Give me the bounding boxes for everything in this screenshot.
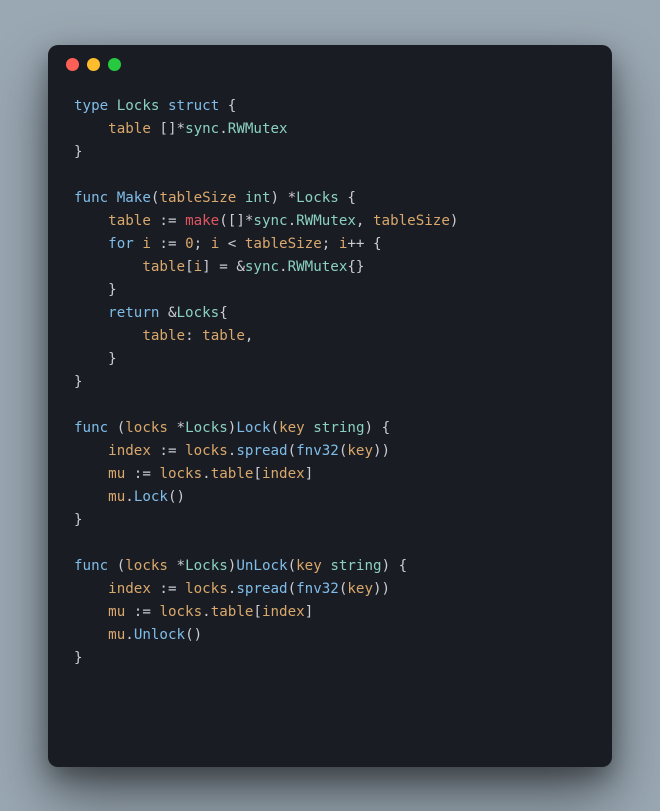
code-token: key — [279, 420, 305, 436]
code-token: index — [108, 581, 151, 597]
code-token: table — [108, 213, 151, 229]
code-token: tableSize — [245, 236, 322, 252]
code-token: index — [108, 443, 151, 459]
code-token: mu — [108, 604, 125, 620]
zoom-icon[interactable] — [108, 58, 121, 71]
code-token: i — [211, 236, 220, 252]
code-token: return — [108, 305, 159, 321]
code-token: make — [185, 213, 219, 229]
code-token: Locks — [177, 305, 220, 321]
code-token: string — [313, 420, 364, 436]
code-token: Lock — [134, 489, 168, 505]
code-token: func — [74, 558, 108, 574]
code-token: locks — [159, 604, 202, 620]
code-token: Locks — [117, 98, 160, 114]
code-token: Make — [117, 190, 151, 206]
code-token: mu — [108, 466, 125, 482]
code-token: RWMutex — [228, 121, 288, 137]
code-token: RWMutex — [288, 259, 348, 275]
code-token: tableSize — [159, 190, 236, 206]
code-token: i — [194, 259, 203, 275]
code-token: type — [74, 98, 108, 114]
code-token: spread — [236, 443, 287, 459]
code-token: string — [330, 558, 381, 574]
code-token: tableSize — [373, 213, 450, 229]
code-token: index — [262, 604, 305, 620]
code-token: for — [108, 236, 134, 252]
code-token: i — [142, 236, 151, 252]
close-icon[interactable] — [66, 58, 79, 71]
code-token: index — [262, 466, 305, 482]
code-token: Locks — [185, 558, 228, 574]
code-token: func — [74, 420, 108, 436]
code-token: i — [339, 236, 348, 252]
code-token: Lock — [236, 420, 270, 436]
code-token: Unlock — [134, 627, 185, 643]
code-token: sync — [245, 259, 279, 275]
code-token: table — [211, 466, 254, 482]
code-token: int — [245, 190, 271, 206]
code-token: key — [347, 443, 373, 459]
minimize-icon[interactable] — [87, 58, 100, 71]
code-token: locks — [185, 581, 228, 597]
code-token: fnv32 — [296, 581, 339, 597]
code-token: Locks — [296, 190, 339, 206]
code-token: 0 — [185, 236, 194, 252]
code-token: table — [202, 328, 245, 344]
code-token: fnv32 — [296, 443, 339, 459]
code-token: sync — [185, 121, 219, 137]
code-token: table — [211, 604, 254, 620]
code-token: mu — [108, 489, 125, 505]
code-token: locks — [125, 420, 168, 436]
code-token: func — [74, 190, 108, 206]
code-token: UnLock — [236, 558, 287, 574]
code-token: locks — [159, 466, 202, 482]
code-token: spread — [236, 581, 287, 597]
code-token: Locks — [185, 420, 228, 436]
code-token: locks — [185, 443, 228, 459]
code-token: sync — [253, 213, 287, 229]
window-titlebar — [48, 45, 612, 85]
code-token: locks — [125, 558, 168, 574]
code-token: RWMutex — [296, 213, 356, 229]
code-token: table — [142, 259, 185, 275]
code-token: table — [108, 121, 151, 137]
code-token: mu — [108, 627, 125, 643]
code-token: table — [142, 328, 185, 344]
code-block: type Locks struct { table []*sync.RWMute… — [48, 85, 612, 696]
code-token: key — [347, 581, 373, 597]
code-token: struct — [168, 98, 219, 114]
code-window: type Locks struct { table []*sync.RWMute… — [48, 45, 612, 767]
code-token: key — [296, 558, 322, 574]
